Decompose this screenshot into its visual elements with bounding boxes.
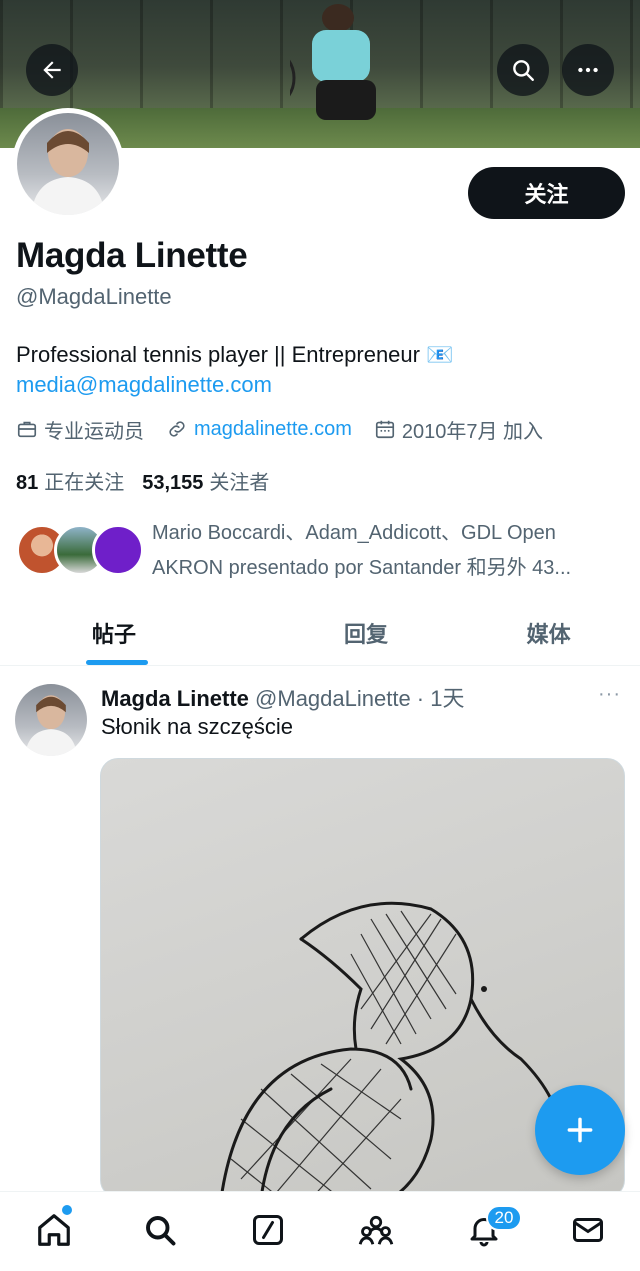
tab-posts[interactable]: 帖子	[0, 600, 275, 665]
joined-date: 2010年7月 加入	[401, 420, 544, 443]
communities-icon	[358, 1215, 394, 1245]
website-link[interactable]: magdalinette.com	[194, 418, 352, 441]
bio-email-link[interactable]: media@magdalinette.com	[16, 372, 272, 398]
follow-counts: 81 正在关注 53,155 关注者	[16, 466, 287, 495]
post-avatar[interactable]	[15, 684, 87, 756]
back-button[interactable]	[26, 44, 78, 96]
followed-by-line-1: Mario Boccardi、Adam_Addicott、GDL Open	[152, 522, 556, 544]
joined-item: 2010年7月 加入	[374, 415, 543, 444]
grok-icon	[253, 1215, 283, 1245]
profession-label: 专业运动员	[44, 420, 144, 443]
followed-by-text: Mario Boccardi、Adam_Addicott、GDL Open AK…	[152, 516, 622, 586]
follower-avatar	[92, 524, 144, 576]
bottom-navigation: 20	[0, 1191, 640, 1271]
avatar-photo	[17, 113, 119, 215]
plus-icon	[567, 1117, 593, 1143]
post-header: Magda Linette @MagdaLinette · 1天	[101, 681, 464, 713]
profile-avatar[interactable]	[12, 108, 124, 220]
follow-button[interactable]: 关注	[468, 167, 625, 219]
website-item[interactable]: magdalinette.com	[166, 418, 352, 441]
compose-post-button[interactable]	[535, 1085, 625, 1175]
profile-meta: 专业运动员 magdalinette.com 2010年7月 加入	[16, 414, 565, 444]
search-icon	[146, 1216, 176, 1246]
home-unread-dot	[62, 1205, 72, 1215]
following-label: 正在关注	[44, 472, 125, 494]
search-icon	[513, 60, 534, 81]
following-link[interactable]: 81 正在关注	[16, 466, 124, 495]
nav-home[interactable]	[32, 1208, 76, 1252]
post-author-name[interactable]: Magda Linette	[101, 686, 249, 711]
search-button[interactable]	[497, 44, 549, 96]
followers-count: 53,155	[142, 472, 204, 494]
notifications-badge: 20	[486, 1205, 522, 1231]
more-button[interactable]	[562, 44, 614, 96]
nav-search[interactable]	[138, 1208, 182, 1252]
post-author-handle[interactable]: @MagdaLinette	[255, 686, 411, 711]
link-icon	[169, 421, 185, 437]
followed-by[interactable]: Mario Boccardi、Adam_Addicott、GDL Open AK…	[16, 516, 626, 586]
tab-replies[interactable]: 回复	[275, 600, 458, 665]
nav-communities[interactable]	[354, 1208, 398, 1252]
calendar-icon	[375, 420, 394, 439]
followed-by-avatars	[16, 524, 146, 578]
post-text: Słonik na szczęście	[101, 714, 293, 739]
banner-player-figure	[290, 4, 376, 120]
post-avatar-portrait	[24, 695, 78, 756]
bio-text: Professional tennis player || Entreprene…	[16, 342, 454, 367]
nav-messages[interactable]	[566, 1208, 610, 1252]
mail-icon	[573, 1218, 603, 1242]
arrow-left-icon	[43, 61, 61, 79]
followers-link[interactable]: 53,155 关注者	[142, 466, 269, 495]
profession-item: 专业运动员	[16, 415, 144, 444]
profile-tabs: 帖子 回复 媒体	[0, 600, 640, 666]
avatar-portrait	[31, 129, 105, 215]
display-name: Magda Linette	[16, 236, 248, 275]
following-count: 81	[16, 472, 39, 494]
followers-label: 关注者	[209, 472, 270, 494]
user-handle: @MagdaLinette	[16, 284, 172, 309]
followed-by-line-2: AKRON presentado por Santander 和另外 43...	[152, 557, 572, 579]
tab-media[interactable]: 媒体	[457, 600, 640, 665]
post-more-button[interactable]: ···	[598, 683, 621, 706]
home-icon	[38, 1214, 70, 1246]
more-horizontal-icon	[578, 67, 598, 73]
briefcase-icon	[17, 421, 37, 438]
post-time: · 1天	[410, 686, 465, 711]
nav-grok[interactable]	[246, 1208, 290, 1252]
